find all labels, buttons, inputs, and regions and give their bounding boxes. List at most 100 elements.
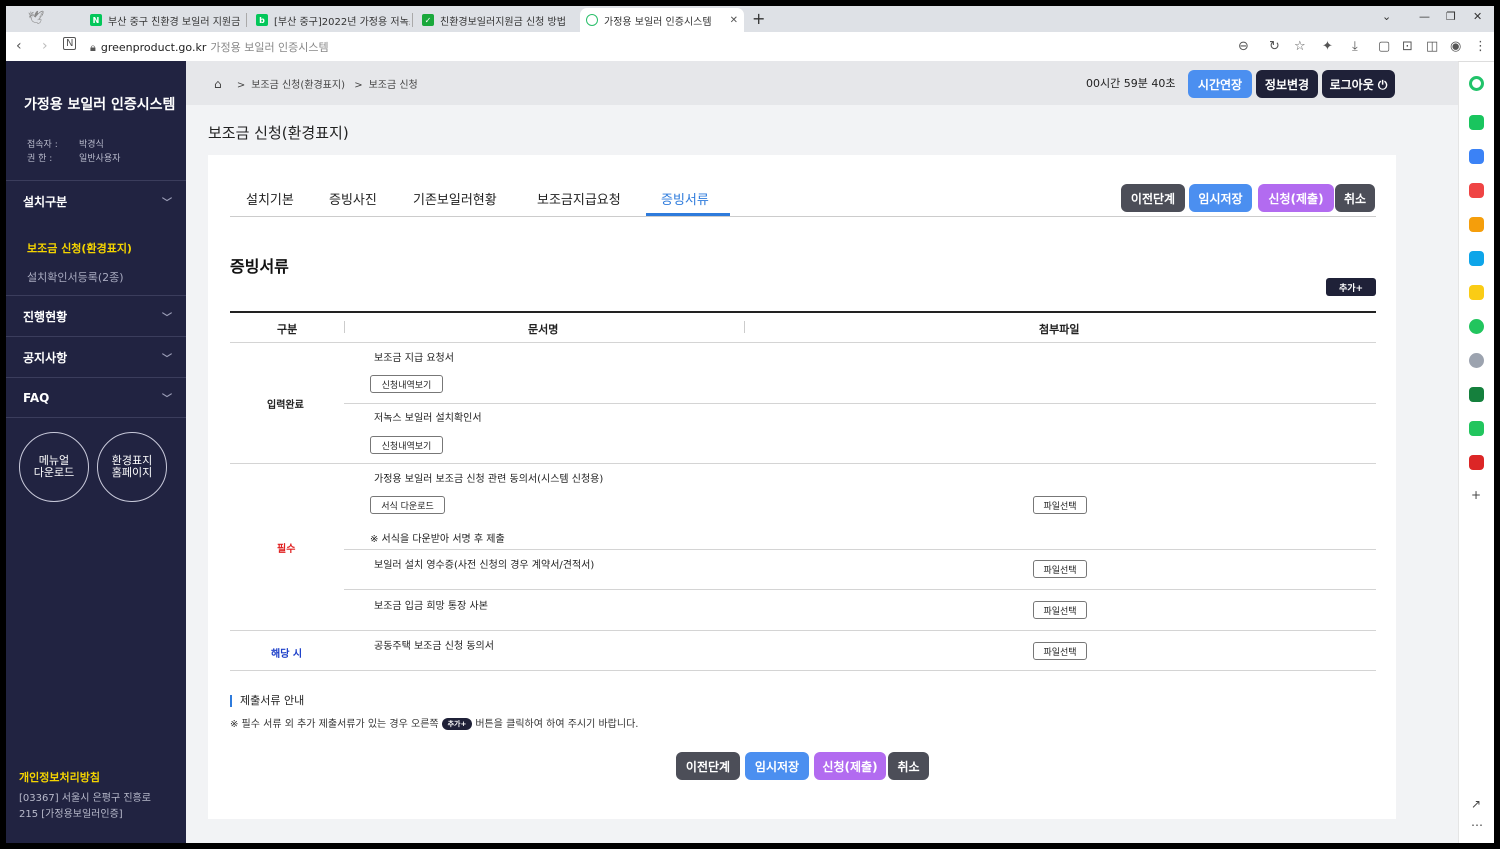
sidebar-title: 가정용 보일러 인증시스템 [24, 97, 176, 113]
tab-evidence-docs[interactable]: 증빙서류 [661, 189, 709, 208]
form-download-button[interactable]: 서식 다운로드 [370, 496, 445, 514]
tab-install-basic[interactable]: 설치기본 [246, 189, 294, 208]
browser-tab[interactable]: b [부산 중구]2022년 가정용 저녹스 [250, 8, 410, 32]
capture-icon[interactable]: ⊡ [1402, 39, 1413, 54]
category-completed: 입력완료 [267, 400, 304, 411]
sidebar-section-label: 설치구분 [23, 194, 68, 209]
form-note: ※ 서식을 다운받아 서명 후 제출 [370, 534, 505, 545]
sidebar-item-install-confirm[interactable]: 설치확인서등록(2종) [27, 269, 124, 285]
minimize-icon[interactable]: — [1419, 10, 1430, 23]
cancel-button[interactable]: 취소 [1335, 184, 1375, 212]
briefcase-icon[interactable] [1469, 149, 1484, 164]
chevron-down-icon[interactable]: ⌄ [1382, 10, 1391, 23]
address-line: 215 [가정용보일러인증] [19, 809, 123, 820]
privacy-policy-link[interactable]: 개인정보처리방침 [19, 769, 100, 785]
file-select-button[interactable]: 파일선택 [1033, 560, 1087, 578]
new-tab-icon[interactable]: + [752, 9, 765, 28]
screenshot-icon[interactable]: ▢ [1378, 39, 1390, 54]
play-icon[interactable] [1469, 319, 1484, 334]
category-if-applicable: 해당 시 [271, 649, 303, 660]
footer-address: [03367] 서울시 은평구 진흥로 215 [가정용보일러인증] [19, 791, 151, 823]
submit-button-bottom[interactable]: 신청(제출) [814, 752, 886, 780]
file-select-button[interactable]: 파일선택 [1033, 642, 1087, 660]
back-icon[interactable]: ‹ [16, 38, 22, 54]
pocket-icon[interactable] [1469, 183, 1484, 198]
sidebar-section-notice[interactable]: 공지사항 ﹀ [6, 336, 186, 377]
bird-icon[interactable]: 🕊 [28, 11, 45, 26]
extend-time-button[interactable]: 시간연장 [1188, 70, 1252, 98]
temp-save-button[interactable]: 임시저장 [1189, 184, 1252, 212]
shield-icon[interactable] [1469, 387, 1484, 402]
tab-label: 부산 중구 친환경 보일러 지원금 [108, 16, 241, 28]
column-header-attachment: 첨부파일 [1039, 323, 1080, 336]
user-label: 접속자 : [27, 140, 58, 150]
sidebar-section-faq[interactable]: FAQ ﹀ [6, 377, 186, 418]
app-circle-icon[interactable] [1469, 76, 1484, 91]
category-required: 필수 [277, 544, 296, 555]
tab-label: [부산 중구]2022년 가정용 저녹스 [274, 16, 410, 28]
browser-tab-active[interactable]: 가정용 보일러 인증시스템 ✕ [580, 8, 744, 32]
breadcrumb-item: 보조금 신청 [368, 80, 418, 91]
extensions-icon[interactable]: ✦ [1322, 39, 1333, 54]
edit-info-button[interactable]: 정보변경 [1256, 70, 1318, 98]
avatar-icon[interactable] [1469, 353, 1484, 368]
site-icon [586, 14, 598, 26]
cancel-button-bottom[interactable]: 취소 [888, 752, 929, 780]
manual-download-button[interactable]: 메뉴얼 다운로드 [19, 432, 89, 502]
user-name: 박경식 [79, 140, 104, 150]
restore-icon[interactable]: ❐ [1446, 10, 1456, 23]
temp-save-button-bottom[interactable]: 임시저장 [745, 752, 809, 780]
prev-step-button-bottom[interactable]: 이전단계 [676, 752, 740, 780]
session-timer: 00시간 59분 40초 [1086, 77, 1176, 90]
close-tab-icon[interactable]: ✕ [730, 15, 738, 26]
circle-line: 홈페이지 [111, 466, 153, 479]
doc-subsidy-request: 보조금 지급 요청서 [374, 353, 454, 364]
breadcrumb-item[interactable]: 보조금 신청(환경표지) [251, 80, 345, 91]
view-application-button[interactable]: 신청내역보기 [370, 375, 443, 393]
submit-button[interactable]: 신청(제출) [1258, 184, 1334, 212]
close-window-icon[interactable]: ✕ [1473, 10, 1482, 23]
zoom-icon[interactable]: ⊖ [1238, 39, 1249, 54]
now-icon[interactable] [1469, 455, 1484, 470]
star-icon[interactable] [1469, 217, 1484, 232]
refresh-icon[interactable]: ↻ [1269, 39, 1280, 54]
profile-icon[interactable]: ◉ [1450, 39, 1461, 54]
tab-existing-boiler[interactable]: 기존보일러현황 [413, 189, 497, 208]
guide-text: ※ 필수 서류 외 추가 제출서류가 있는 경우 오른쪽 추가+ 버튼을 클릭하여 … [230, 715, 638, 730]
file-select-button[interactable]: 파일선택 [1033, 496, 1087, 514]
forward-icon[interactable]: › [42, 38, 48, 54]
sidebar-section-progress[interactable]: 진행현황 ﹀ [6, 295, 186, 336]
url-bar[interactable]: 🔒︎ greenproduct.go.kr 가정용 보일러 인증시스템 [90, 39, 329, 55]
naver-n-icon[interactable]: N [63, 37, 77, 50]
add-document-button[interactable]: 추가+ [1326, 278, 1376, 296]
logout-button[interactable]: 로그아웃 ⏻ [1322, 70, 1395, 98]
guide-text-before: ※ 필수 서류 외 추가 제출서류가 있는 경우 오른쪽 [230, 719, 439, 730]
tab-subsidy-request[interactable]: 보조금지급요청 [537, 189, 621, 208]
add-panel-icon[interactable]: + [1471, 488, 1481, 502]
bell-icon[interactable] [1469, 115, 1484, 130]
view-application-button[interactable]: 신청내역보기 [370, 436, 443, 454]
sidebar-item-subsidy[interactable]: 보조금 신청(환경표지) [27, 240, 132, 256]
browser-tab[interactable]: ✓ 친환경보일러지원금 신청 방법 [416, 8, 576, 32]
download-icon[interactable]: ⤓ [1352, 39, 1358, 54]
home-icon[interactable]: ⌂ [214, 77, 222, 91]
check-icon: ✓ [422, 14, 434, 26]
external-link-icon[interactable]: ↗ [1471, 797, 1481, 811]
bookmark-star-icon[interactable]: ☆ [1294, 39, 1306, 54]
section-title: 증빙서류 [230, 257, 289, 276]
column-header-document: 문서명 [528, 323, 559, 336]
folder-icon[interactable] [1469, 285, 1484, 300]
webtoon-icon[interactable] [1469, 421, 1484, 436]
tab-evidence-photos[interactable]: 증빙사진 [329, 189, 377, 208]
browser-side-panel: + ↗ ⋯ [1458, 62, 1494, 843]
more-icon[interactable]: ⋯ [1471, 818, 1483, 832]
browser-tab[interactable]: N 부산 중구 친환경 보일러 지원금 [84, 8, 244, 32]
prev-step-button[interactable]: 이전단계 [1121, 184, 1185, 212]
menu-dots-icon[interactable]: ⋮ [1474, 39, 1487, 54]
translate-icon[interactable] [1469, 251, 1484, 266]
user-info: 접속자 : 박경식 권 한 : 일반사용자 [27, 138, 120, 166]
sidebar-section-install[interactable]: 설치구분 ﹀ [6, 180, 186, 221]
file-select-button[interactable]: 파일선택 [1033, 601, 1087, 619]
eco-label-homepage-button[interactable]: 환경표지 홈페이지 [97, 432, 167, 502]
sidebar-toggle-icon[interactable]: ◫ [1426, 39, 1438, 54]
